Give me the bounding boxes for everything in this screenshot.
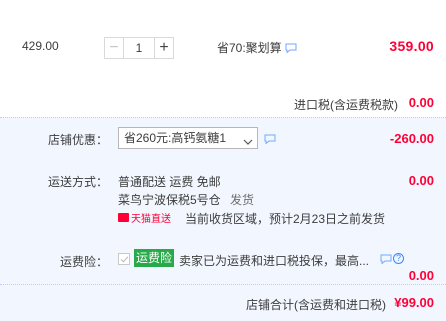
shipping-method-label: 运送方式： — [48, 175, 109, 189]
store-coupon-select[interactable]: 省260元:高钙氨糖1 — [118, 127, 258, 149]
item-subtotal: 359.00 — [389, 38, 434, 54]
warehouse-suffix: 发货 — [230, 193, 255, 207]
increase-quantity-button[interactable]: + — [154, 37, 174, 59]
warehouse-name: 菜鸟宁波保税5号仓 — [118, 193, 221, 207]
insurance-description: 卖家已为运费和进口税投保，最高... — [179, 254, 370, 268]
shipping-amount: 0.00 — [408, 173, 434, 188]
delivery-estimate: 当前收货区域，预计2月23日之前发货 — [185, 212, 386, 226]
store-total-label: 店铺合计(含运费和进口税) — [246, 298, 386, 312]
help-icon[interactable]: ? — [393, 253, 404, 264]
decrease-quantity-button[interactable]: − — [104, 37, 124, 59]
quantity-stepper: − 1 + — [104, 37, 174, 59]
store-coupon-amount: -260.00 — [389, 131, 434, 146]
unit-price: 429.00 — [22, 39, 59, 53]
panel-divider — [0, 284, 446, 285]
tmall-badge-text: 天猫直送 — [131, 214, 171, 225]
insurance-chat-bubble-icon[interactable] — [380, 253, 392, 267]
tmall-logo-icon — [118, 213, 129, 222]
store-total-amount: ¥99.00 — [394, 295, 434, 310]
import-tax-label: 进口税(含运费税款) — [294, 98, 398, 112]
insurance-icons: ? — [380, 253, 404, 267]
chat-bubble-icon[interactable] — [285, 43, 297, 53]
cart-item-row: 429.00 − 1 + 省70:聚划算 359.00 — [0, 0, 446, 82]
store-coupon-label: 店铺优惠： — [48, 133, 109, 147]
store-coupon-value: 省260元:高钙氨糖1 — [124, 131, 227, 145]
item-discount: 省70:聚划算 — [217, 39, 297, 56]
discount-text: 省70:聚划算 — [217, 41, 282, 55]
shipping-method-value: 普通配送 运费 免邮 — [118, 175, 221, 189]
chevron-down-icon — [243, 133, 253, 145]
shipping-insurance-label: 运费险： — [60, 255, 109, 269]
tmall-direct-badge: 天猫直送 — [118, 210, 171, 225]
warehouse-info: 菜鸟宁波保税5号仓 发货 — [118, 191, 254, 208]
quantity-input[interactable]: 1 — [124, 37, 154, 59]
import-tax-amount: 0.00 — [408, 95, 434, 110]
coupon-chat-bubble-icon[interactable] — [264, 133, 276, 147]
insurance-amount: 0.00 — [408, 268, 434, 283]
insurance-tag: 运费险 — [134, 249, 175, 267]
insurance-checkbox[interactable] — [118, 253, 130, 265]
